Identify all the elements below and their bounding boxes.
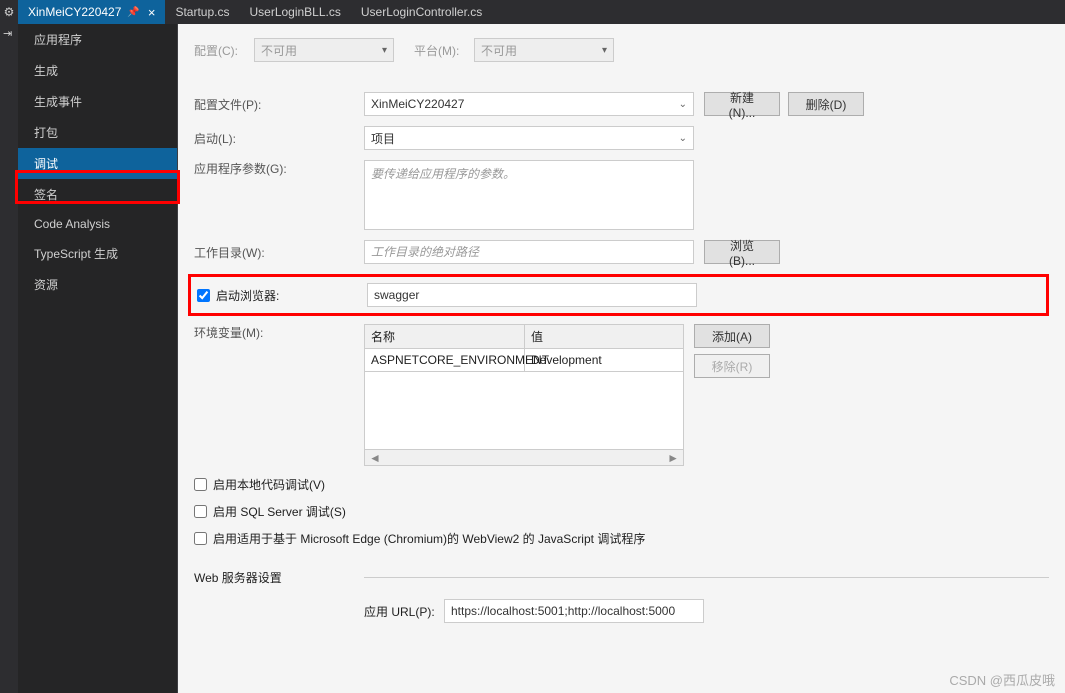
tab-bar: ⚙ XinMeiCY220427 📌 × Startup.cs UserLogi… bbox=[0, 0, 1065, 24]
delete-profile-button[interactable]: 删除(D) bbox=[788, 92, 864, 116]
sidebar-item-resources[interactable]: 资源 bbox=[18, 269, 177, 300]
env-row[interactable]: ASPNETCORE_ENVIRONMENT Development bbox=[365, 349, 683, 372]
pin-rail-icon[interactable]: ⇥ bbox=[0, 24, 18, 43]
native-debug-checkbox[interactable] bbox=[194, 478, 207, 491]
env-table: 名称 值 ASPNETCORE_ENVIRONMENT Development … bbox=[364, 324, 684, 466]
sidebar-item-package[interactable]: 打包 bbox=[18, 117, 177, 148]
profile-label: 配置文件(P): bbox=[194, 96, 364, 113]
env-col-name: 名称 bbox=[365, 325, 525, 348]
app-args-input[interactable] bbox=[364, 160, 694, 230]
remove-env-button: 移除(R) bbox=[694, 354, 770, 378]
close-icon[interactable]: × bbox=[148, 5, 156, 20]
sidebar-item-build-events[interactable]: 生成事件 bbox=[18, 86, 177, 117]
native-debug-label: 启用本地代码调试(V) bbox=[213, 476, 325, 493]
gear-icon[interactable]: ⚙ bbox=[0, 0, 18, 24]
envvars-label: 环境变量(M): bbox=[194, 324, 364, 341]
sidebar-item-debug[interactable]: 调试 bbox=[18, 148, 177, 179]
app-args-label: 应用程序参数(G): bbox=[194, 160, 364, 177]
sidebar-item-build[interactable]: 生成 bbox=[18, 55, 177, 86]
sidebar-item-signing[interactable]: 签名 bbox=[18, 179, 177, 210]
sql-debug-checkbox[interactable] bbox=[194, 505, 207, 518]
left-rail: ⇥ bbox=[0, 24, 18, 693]
sidebar-item-typescript[interactable]: TypeScript 生成 bbox=[18, 238, 177, 269]
env-scrollbar[interactable]: ◄► bbox=[365, 449, 683, 465]
sidebar-item-application[interactable]: 应用程序 bbox=[18, 24, 177, 55]
profile-dropdown[interactable]: XinMeiCY220427 bbox=[364, 92, 694, 116]
new-profile-button[interactable]: 新建(N)... bbox=[704, 92, 780, 116]
webserver-heading: Web 服务器设置 bbox=[194, 569, 364, 586]
tab-startup[interactable]: Startup.cs bbox=[165, 0, 239, 24]
webview2-debug-checkbox[interactable] bbox=[194, 532, 207, 545]
sidebar: 应用程序 生成 生成事件 打包 调试 签名 Code Analysis Type… bbox=[18, 24, 178, 693]
launch-label: 启动(L): bbox=[194, 130, 364, 147]
content-panel: 配置(C): 不可用 平台(M): 不可用 配置文件(P): XinMeiCY2… bbox=[178, 24, 1065, 693]
launch-browser-checkbox[interactable] bbox=[197, 289, 210, 302]
tab-project-active[interactable]: XinMeiCY220427 📌 × bbox=[18, 0, 165, 24]
sidebar-item-code-analysis[interactable]: Code Analysis bbox=[18, 210, 177, 238]
add-env-button[interactable]: 添加(A) bbox=[694, 324, 770, 348]
env-col-value: 值 bbox=[525, 325, 683, 348]
browse-button[interactable]: 浏览(B)... bbox=[704, 240, 780, 264]
launch-browser-input[interactable] bbox=[367, 283, 697, 307]
platform-dropdown: 不可用 bbox=[474, 38, 614, 62]
webview2-debug-label: 启用适用于基于 Microsoft Edge (Chromium)的 WebVi… bbox=[213, 530, 645, 547]
pin-icon[interactable]: 📌 bbox=[127, 7, 139, 18]
appurl-label: 应用 URL(P): bbox=[364, 603, 444, 620]
workdir-label: 工作目录(W): bbox=[194, 244, 364, 261]
launch-dropdown[interactable]: 项目 bbox=[364, 126, 694, 150]
highlight-browser: 启动浏览器: bbox=[188, 274, 1049, 316]
watermark: CSDN @西瓜皮哦 bbox=[949, 670, 1055, 689]
config-dropdown: 不可用 bbox=[254, 38, 394, 62]
tab-userlogincontroller[interactable]: UserLoginController.cs bbox=[351, 0, 492, 24]
platform-label: 平台(M): bbox=[414, 42, 474, 59]
tab-userloginbll[interactable]: UserLoginBLL.cs bbox=[239, 0, 350, 24]
launch-browser-label: 启动浏览器: bbox=[216, 287, 279, 304]
sql-debug-label: 启用 SQL Server 调试(S) bbox=[213, 503, 346, 520]
config-label: 配置(C): bbox=[194, 42, 254, 59]
tab-label: XinMeiCY220427 bbox=[28, 5, 121, 19]
appurl-input[interactable] bbox=[444, 599, 704, 623]
workdir-input[interactable] bbox=[364, 240, 694, 264]
